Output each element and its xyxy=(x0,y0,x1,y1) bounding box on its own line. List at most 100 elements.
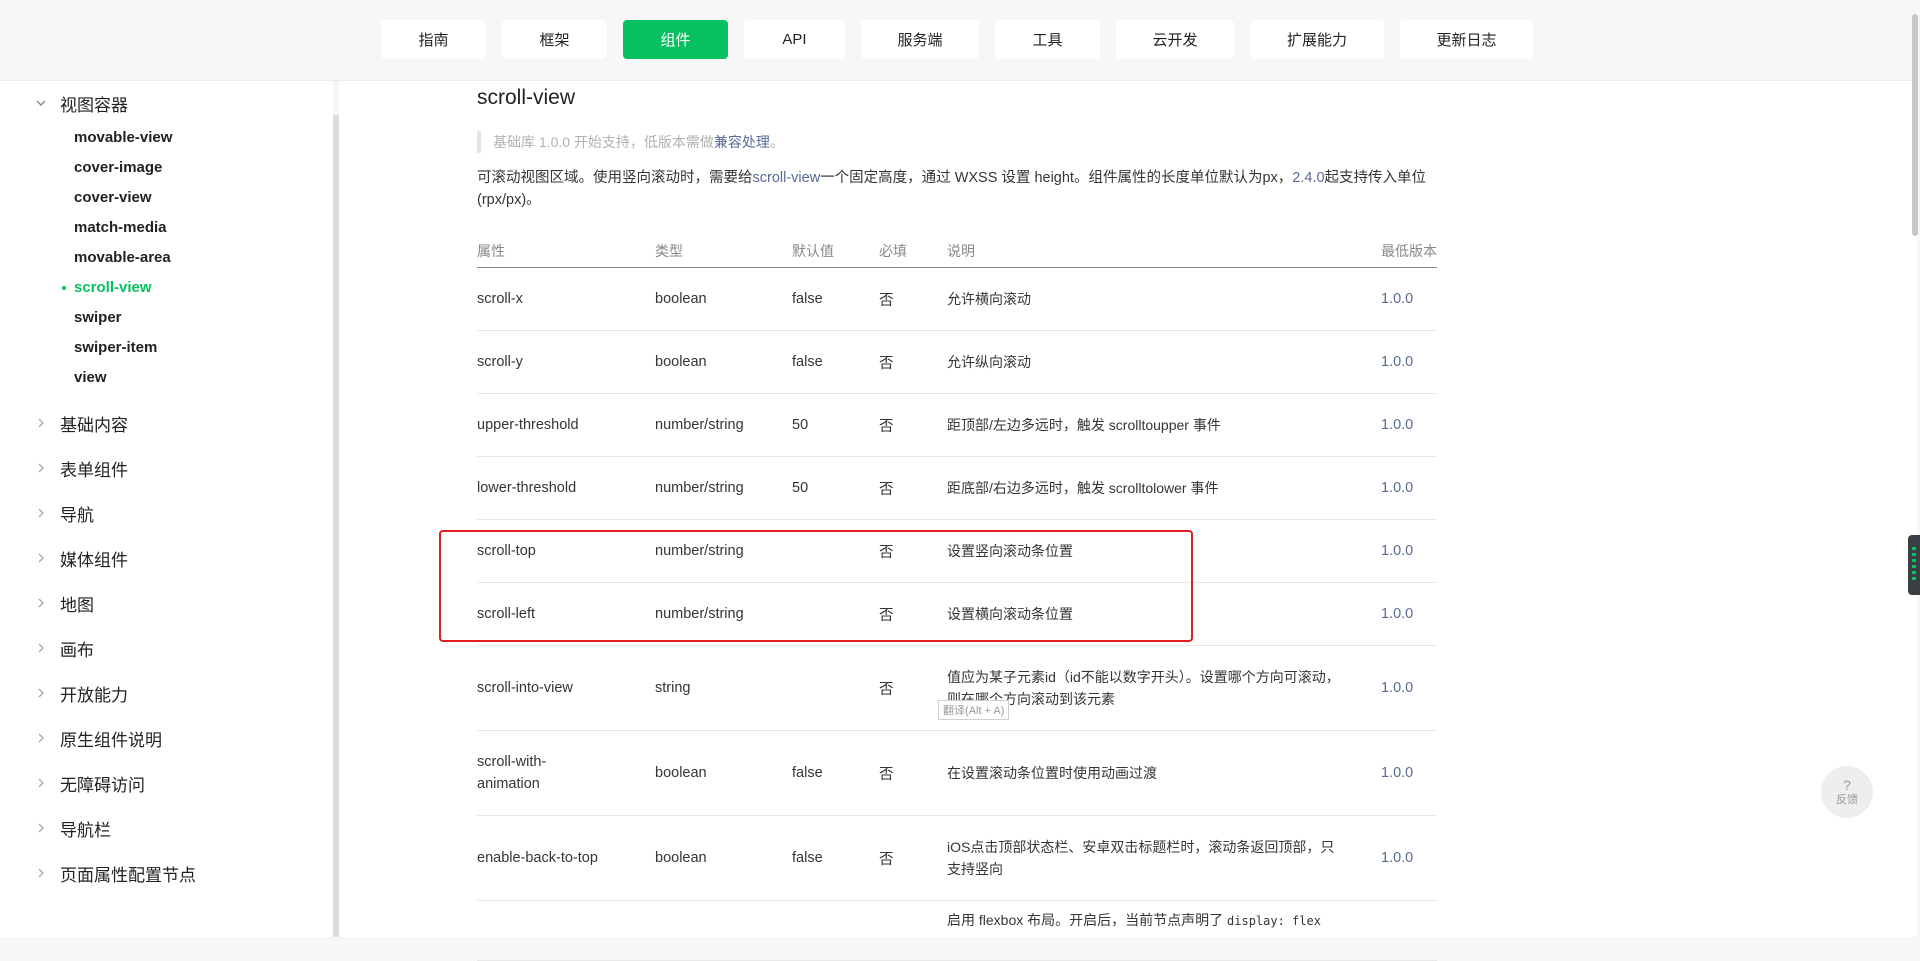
sidebar-category-label: 基础内容 xyxy=(60,415,128,435)
sidebar-item-match-media[interactable]: match-media xyxy=(74,214,167,240)
version-link[interactable]: 2.4.0 xyxy=(1292,170,1324,186)
sidebar-item-cover-view[interactable]: cover-view xyxy=(74,184,152,210)
sidebar-category-label: 表单组件 xyxy=(60,460,128,480)
sidebar-category-label: 导航 xyxy=(60,505,94,525)
chevron-right-icon xyxy=(38,418,44,428)
desc-text: 一个固定高度，通过 WXSS 设置 height。组件属性的长度单位默认为px， xyxy=(820,170,1293,186)
sidebar-category-accessibility[interactable]: 无障碍访问 xyxy=(0,768,320,798)
side-widget-tab[interactable] xyxy=(1908,535,1920,595)
cell-required: 否 xyxy=(879,456,947,520)
sidebar-category-media[interactable]: 媒体组件 xyxy=(0,543,320,573)
cell-type: boolean xyxy=(655,330,792,394)
cell-type: boolean xyxy=(655,267,792,331)
version-note: 基础库 1.0.0 开始支持，低版本需做 兼容处理。 xyxy=(477,131,784,153)
cell-type: number/string xyxy=(655,393,792,457)
cell-version: 1.0.0 xyxy=(1381,582,1437,646)
sidebar-item-movable-area[interactable]: movable-area xyxy=(74,244,171,270)
tab-framework[interactable]: 框架 xyxy=(502,20,607,59)
sidebar-category-navbar[interactable]: 导航栏 xyxy=(0,813,320,843)
page-title: scroll-view xyxy=(477,86,576,109)
tab-extensions[interactable]: 扩展能力 xyxy=(1250,20,1384,59)
cell-default: false xyxy=(792,730,879,816)
sidebar-category-label: 地图 xyxy=(60,595,94,615)
sidebar-item-swiper[interactable]: swiper xyxy=(74,304,122,330)
cell-version: 1.0.0 xyxy=(1381,330,1437,394)
question-icon: ? xyxy=(1843,776,1851,793)
cell-required xyxy=(879,900,947,961)
tab-cloud[interactable]: 云开发 xyxy=(1116,20,1234,59)
feedback-button[interactable]: ? 反馈 xyxy=(1821,766,1873,818)
cell-required: 否 xyxy=(879,330,947,394)
sidebar-category-open-ability[interactable]: 开放能力 xyxy=(0,678,320,708)
sidebar-item-cover-image[interactable]: cover-image xyxy=(74,154,162,180)
cell-version: 1.0.0 xyxy=(1381,456,1437,520)
sidebar-category-view-container[interactable]: 视图容器 xyxy=(0,88,320,118)
cell-default: 50 xyxy=(792,456,879,520)
header-min-version: 最低版本 xyxy=(1381,235,1437,268)
inline-code: display: flex xyxy=(1227,914,1321,928)
tab-server[interactable]: 服务端 xyxy=(861,20,979,59)
table-row: scroll-x boolean false 否 允许横向滚动 1.0.0 xyxy=(477,267,1437,331)
tab-api[interactable]: API xyxy=(744,20,845,59)
chevron-right-icon xyxy=(38,823,44,833)
sidebar-item-movable-view[interactable]: movable-view xyxy=(74,124,172,150)
tab-changelog[interactable]: 更新日志 xyxy=(1400,20,1533,59)
sidebar-category-label: 媒体组件 xyxy=(60,550,128,570)
cell-property: scroll-with-animation xyxy=(477,730,655,816)
sidebar-category-basic-content[interactable]: 基础内容 xyxy=(0,408,320,438)
window-scrollbar[interactable] xyxy=(1912,14,1918,236)
page-description: 可滚动视图区域。使用竖向滚动时，需要给scroll-view一个固定高度，通过 … xyxy=(477,167,1457,211)
cell-required: 否 xyxy=(879,645,947,731)
sidebar-category-navigation[interactable]: 导航 xyxy=(0,498,320,528)
cell-type: string xyxy=(655,645,792,731)
sidebar-category-form[interactable]: 表单组件 xyxy=(0,453,320,483)
cell-description: 值应为某子元素id（id不能以数字开头）。设置哪个方向可滚动，则在哪个方向滚动到… xyxy=(947,645,1381,731)
sidebar-category-label: 开放能力 xyxy=(60,685,128,705)
chevron-right-icon xyxy=(38,868,44,878)
sidebar-category-map[interactable]: 地图 xyxy=(0,588,320,618)
cell-version: 1.0.0 xyxy=(1381,730,1437,816)
sidebar-item-view[interactable]: view xyxy=(74,364,107,390)
cell-property: scroll-y xyxy=(477,330,655,394)
desc-text: 启用 flexbox 布局。开启后，当前节点声明了 xyxy=(947,912,1224,928)
cell-required: 否 xyxy=(879,730,947,816)
note-suffix: 。 xyxy=(769,134,784,150)
sidebar-category-native-components[interactable]: 原生组件说明 xyxy=(0,723,320,753)
tab-tools[interactable]: 工具 xyxy=(995,20,1100,59)
cell-version: 1.0.0 xyxy=(1381,267,1437,331)
tab-components[interactable]: 组件 xyxy=(623,20,728,59)
sidebar-item-scroll-view[interactable]: scroll-view xyxy=(74,274,152,300)
cell-property: lower-threshold xyxy=(477,456,655,520)
table-row: 启用 flexbox 布局。开启后，当前节点声明了 display: flex xyxy=(477,900,1437,961)
cell-type: number/string xyxy=(655,456,792,520)
compat-link[interactable]: 兼容处理 xyxy=(714,132,770,152)
sidebar-category-label: 视图容器 xyxy=(60,95,128,115)
highlight-annotation xyxy=(439,530,1193,642)
cell-version xyxy=(1381,900,1437,961)
sidebar-category-page-meta[interactable]: 页面属性配置节点 xyxy=(0,858,320,888)
cell-default: false xyxy=(792,267,879,331)
sidebar-category-label: 无障碍访问 xyxy=(60,775,145,795)
table-row: scroll-with-animation boolean false 否 在设… xyxy=(477,730,1437,816)
cell-version: 1.0.0 xyxy=(1381,815,1437,901)
sidebar-category-canvas[interactable]: 画布 xyxy=(0,633,320,663)
top-nav: 指南 框架 组件 API 服务端 工具 云开发 扩展能力 更新日志 xyxy=(0,0,1920,81)
chevron-right-icon xyxy=(38,598,44,608)
cell-version: 1.0.0 xyxy=(1381,393,1437,457)
cell-description: 在设置滚动条位置时使用动画过渡 xyxy=(947,730,1381,816)
cell-version: 1.0.0 xyxy=(1381,645,1437,731)
cell-description: 允许横向滚动 xyxy=(947,267,1381,331)
cell-version: 1.0.0 xyxy=(1381,519,1437,583)
note-text: 基础库 1.0.0 开始支持，低版本需做 xyxy=(493,134,714,150)
cell-type xyxy=(655,900,792,961)
cell-required: 否 xyxy=(879,267,947,331)
feedback-label: 反馈 xyxy=(1836,793,1858,806)
scroll-view-link[interactable]: scroll-view xyxy=(753,170,821,186)
cell-default xyxy=(792,645,879,731)
cell-description: 启用 flexbox 布局。开启后，当前节点声明了 display: flex xyxy=(947,900,1381,961)
cell-required: 否 xyxy=(879,393,947,457)
table-row: scroll-y boolean false 否 允许纵向滚动 1.0.0 xyxy=(477,330,1437,394)
sidebar-item-swiper-item[interactable]: swiper-item xyxy=(74,334,157,360)
chevron-down-icon xyxy=(36,100,46,106)
tab-guide[interactable]: 指南 xyxy=(381,20,486,59)
